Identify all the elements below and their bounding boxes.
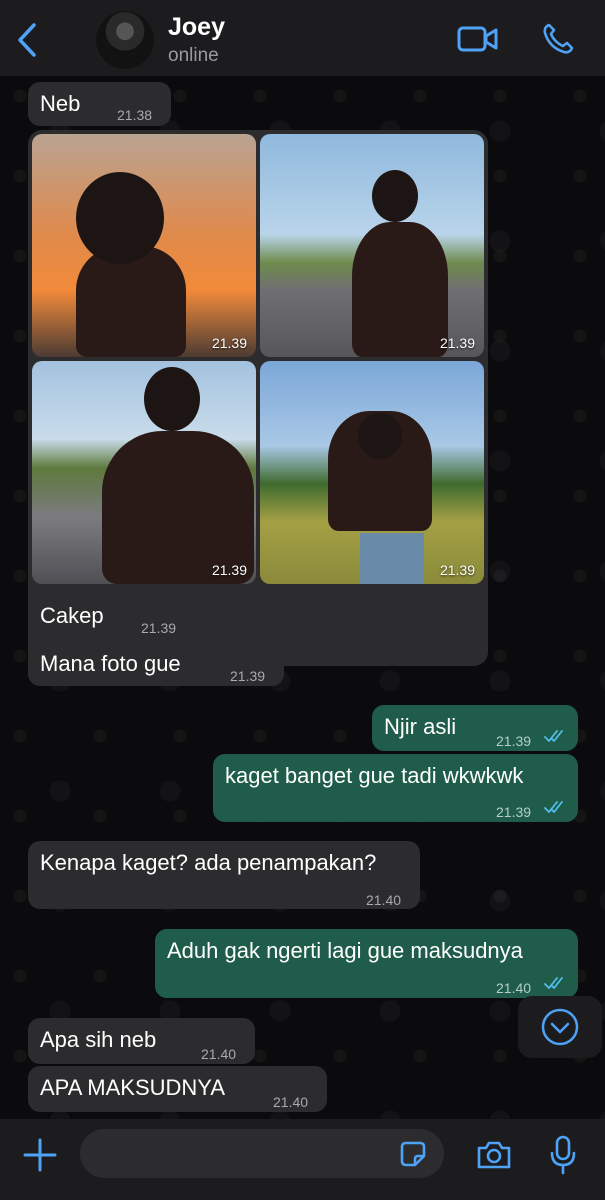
- read-receipt-icon: [544, 801, 563, 813]
- attach-button[interactable]: [20, 1135, 60, 1175]
- message-text: Aduh gak ngerti lagi gue maksudnya: [167, 938, 523, 963]
- photo-time: 21.39: [211, 562, 247, 578]
- video-call-button[interactable]: [456, 20, 500, 58]
- photo-subject-head: [76, 172, 164, 264]
- photo-time: 21.39: [439, 335, 475, 351]
- read-receipt-icon: [544, 730, 563, 742]
- message-time: 21.40: [273, 1094, 309, 1110]
- plus-icon: [23, 1138, 57, 1172]
- message-text: Mana foto gue: [40, 651, 181, 676]
- message-text: kaget banget gue tadi wkwkwk: [225, 763, 524, 788]
- message-time: 21.40: [366, 892, 402, 908]
- contact-status: online: [168, 45, 219, 66]
- camera-icon: [477, 1141, 511, 1169]
- photo-thumbnail[interactable]: 21.39: [260, 361, 484, 584]
- scroll-to-bottom-button[interactable]: [518, 996, 602, 1058]
- message-text: Neb: [40, 91, 81, 116]
- photo-time: 21.39: [211, 335, 247, 351]
- photo-subject-head: [358, 413, 402, 459]
- message-time: 21.39: [230, 668, 266, 684]
- message-time: 21.40: [201, 1046, 237, 1062]
- photo-subject-head: [144, 367, 200, 431]
- message-incoming[interactable]: Apa sih neb 21.40: [28, 1018, 255, 1064]
- message-time: 21.38: [117, 107, 153, 123]
- microphone-icon: [550, 1135, 576, 1175]
- photo-subject: [352, 222, 448, 357]
- chat-area[interactable]: Neb 21.38 21.39 21.39 21.39 21.39 Cakep …: [0, 76, 605, 1119]
- chevron-down-circle-icon: [541, 1008, 579, 1046]
- message-incoming[interactable]: Mana foto gue 21.39: [28, 642, 284, 686]
- photo-subject-jeans: [360, 533, 424, 584]
- message-time: 21.39: [141, 620, 177, 636]
- photo-thumbnail[interactable]: 21.39: [32, 134, 256, 357]
- message-input[interactable]: [80, 1129, 444, 1178]
- back-button[interactable]: [10, 20, 44, 60]
- message-incoming[interactable]: Cakep 21.39: [28, 594, 195, 638]
- chat-header: Joey online: [0, 0, 605, 76]
- phone-icon: [543, 23, 574, 54]
- message-text: Njir asli: [384, 714, 457, 739]
- photo-subject-head: [372, 170, 418, 222]
- message-text: Cakep: [40, 603, 104, 628]
- composer-bar: [0, 1119, 605, 1200]
- message-outgoing[interactable]: kaget banget gue tadi wkwkwk 21.39: [213, 754, 578, 822]
- message-outgoing[interactable]: Njir asli 21.39: [372, 705, 578, 751]
- message-incoming[interactable]: Kenapa kaget? ada penampakan? 21.40: [28, 841, 420, 909]
- photo-time: 21.39: [439, 562, 475, 578]
- video-camera-icon: [457, 26, 498, 52]
- message-time: 21.39: [496, 733, 532, 749]
- message-time: 21.39: [496, 804, 532, 820]
- voice-note-button[interactable]: [546, 1133, 580, 1177]
- message-text: Kenapa kaget? ada penampakan?: [40, 850, 377, 875]
- message-incoming[interactable]: Neb 21.38: [28, 82, 171, 126]
- message-text: APA MAKSUDNYA: [40, 1075, 226, 1100]
- photo-album-message[interactable]: 21.39 21.39 21.39 21.39: [28, 130, 488, 666]
- sticker-icon[interactable]: [398, 1139, 428, 1169]
- message-outgoing[interactable]: Aduh gak ngerti lagi gue maksudnya 21.40: [155, 929, 578, 998]
- message-incoming[interactable]: APA MAKSUDNYA 21.40: [28, 1066, 327, 1112]
- message-text: Apa sih neb: [40, 1027, 157, 1052]
- camera-button[interactable]: [472, 1137, 516, 1173]
- avatar[interactable]: [96, 11, 154, 69]
- photo-thumbnail[interactable]: 21.39: [260, 134, 484, 357]
- contact-name[interactable]: Joey: [168, 13, 225, 42]
- photo-thumbnail[interactable]: 21.39: [32, 361, 256, 584]
- voice-call-button[interactable]: [536, 20, 580, 58]
- chevron-left-icon: [18, 23, 36, 57]
- photo-subject: [76, 246, 186, 357]
- read-receipt-icon: [544, 977, 563, 989]
